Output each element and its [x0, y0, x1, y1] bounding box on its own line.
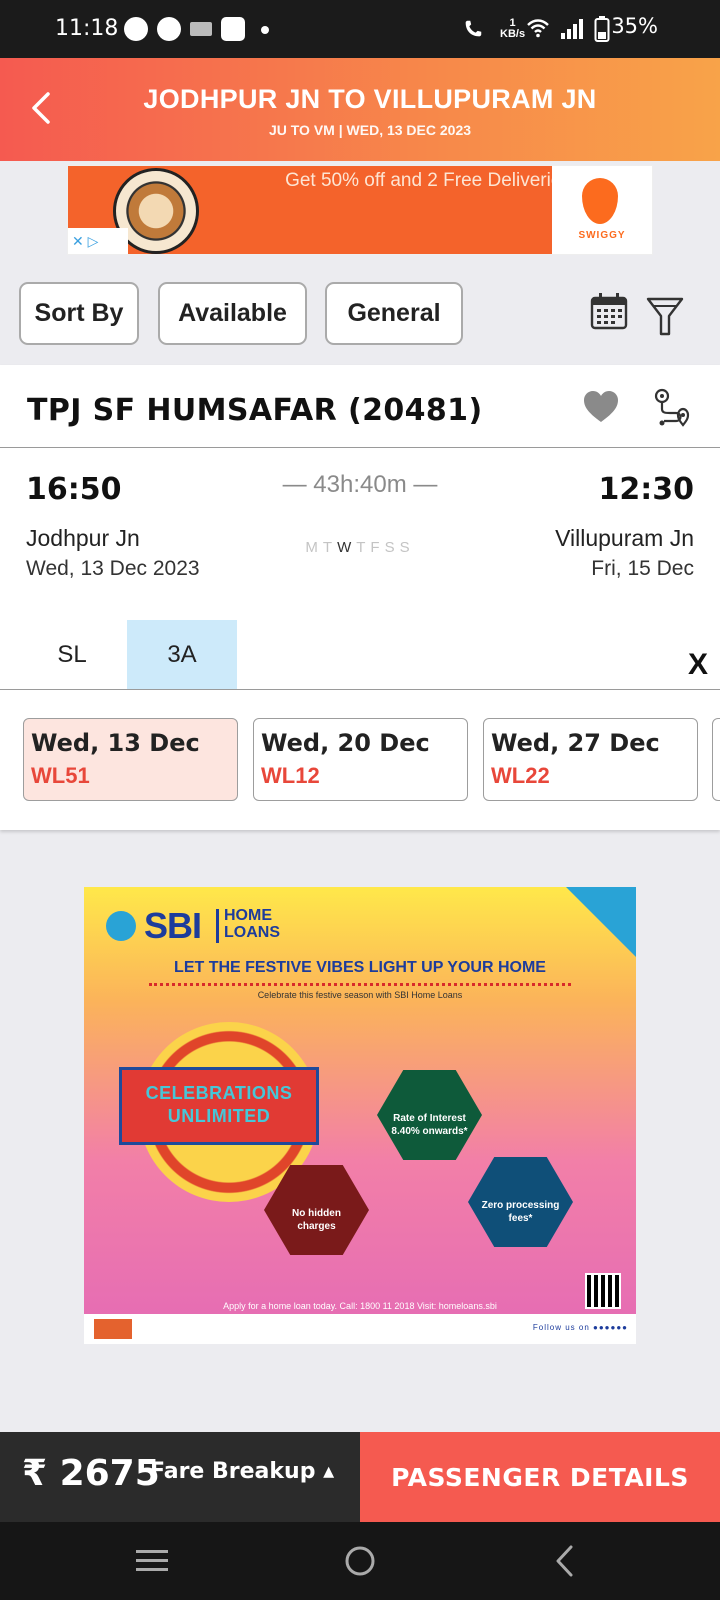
- sbi-logo-icon: [106, 911, 136, 941]
- passenger-details-button[interactable]: PASSENGER DETAILS: [360, 1432, 720, 1522]
- availability-date: Wed, 20 Dec: [261, 729, 430, 757]
- swiggy-ad-banner[interactable]: Get 50% off and 2 Free Deliveries SWIGGY…: [67, 165, 653, 255]
- class-tab-3a[interactable]: 3A: [127, 620, 237, 689]
- available-filter-button[interactable]: Available: [158, 282, 307, 345]
- availability-status: WL22: [491, 763, 550, 788]
- availability-card[interactable]: Wed, 27 Dec WL22: [483, 718, 698, 801]
- ad-footer: Apply for a home loan today. Call: 1800 …: [223, 1301, 497, 1311]
- network-speed-unit: KB/s: [500, 28, 526, 40]
- day-mon: M: [305, 539, 323, 556]
- heart-icon[interactable]: [583, 390, 619, 424]
- availability-card-partial[interactable]: [712, 718, 720, 801]
- logo-marks: [94, 1319, 132, 1339]
- celebrations-banner: CELEBRATIONS UNLIMITED: [119, 1067, 319, 1145]
- availability-card[interactable]: Wed, 13 Dec WL51: [23, 718, 238, 801]
- train-name: TPJ SF HUMSAFAR (20481): [27, 393, 483, 428]
- ad-choices-icon[interactable]: ✕ ▷: [68, 228, 128, 254]
- logo-separator: [216, 909, 219, 943]
- running-days: MTWTFSS: [280, 539, 440, 556]
- fare-amount: ₹ 2675: [22, 1453, 160, 1494]
- ad-bottom-strip: Follow us on ●●●●●●: [84, 1314, 636, 1344]
- filter-icon[interactable]: [646, 296, 684, 338]
- class-tab-sl[interactable]: SL: [17, 620, 127, 689]
- calendar-icon[interactable]: [590, 292, 628, 330]
- follow-us: Follow us on ●●●●●●: [532, 1323, 628, 1332]
- sbi-home-loans-ad[interactable]: SBI HOME LOANS LET THE FESTIVE VIBES LIG…: [84, 887, 636, 1344]
- day-wed: W: [337, 539, 357, 556]
- page-subtitle: JU TO VM | WED, 13 DEC 2023: [268, 122, 472, 138]
- divider: [0, 447, 720, 448]
- notification-icon: [157, 17, 181, 41]
- banner-line-2: UNLIMITED: [167, 1106, 271, 1126]
- booking-bar: ₹ 2675 Fare Breakup ▴ PASSENGER DETAILS: [0, 1432, 720, 1522]
- ad-subline: Celebrate this festive season with SBI H…: [257, 990, 463, 1000]
- banner-line-1: CELEBRATIONS: [145, 1083, 293, 1103]
- network-speed: 1 KB/s: [500, 18, 525, 40]
- sort-by-button[interactable]: Sort By: [19, 282, 139, 345]
- route-map-icon[interactable]: [652, 387, 692, 431]
- availability-date: Wed, 27 Dec: [491, 729, 660, 757]
- day-sat: S: [384, 539, 400, 556]
- app-header: JODHPUR JN TO VILLUPURAM JN JU TO VM | W…: [0, 58, 720, 161]
- to-date: Fri, 15 Dec: [591, 557, 694, 580]
- availability-status: WL51: [31, 763, 90, 788]
- availability-date: Wed, 13 Dec: [31, 729, 200, 757]
- swiggy-logo: SWIGGY: [552, 166, 652, 254]
- battery-icon: [594, 16, 610, 42]
- sbi-product: HOME LOANS: [224, 907, 280, 941]
- system-nav-bar: [0, 1522, 720, 1600]
- availability-status: WL12: [261, 763, 320, 788]
- notification-icon: [190, 22, 212, 36]
- fare-breakup-button[interactable]: Fare Breakup ▴: [150, 1459, 334, 1484]
- swiggy-logo-icon: [582, 178, 618, 224]
- wifi-icon: [527, 19, 549, 38]
- status-bar: 11:18 1 KB/s 35%: [0, 0, 720, 58]
- ad-headline: LET THE FESTIVE VIBES LIGHT UP YOUR HOME: [174, 959, 546, 976]
- notification-icon: [221, 17, 245, 41]
- day-thu: T: [356, 539, 371, 556]
- from-date: Wed, 13 Dec 2023: [26, 557, 200, 580]
- journey-duration: — 43h:40m —: [282, 471, 438, 498]
- sbi-logo-text: SBI: [144, 905, 202, 946]
- ad-text: Get 50% off and 2 Free Deliveries: [285, 170, 571, 191]
- from-station: Jodhpur Jn: [26, 525, 140, 551]
- arrival-time: 12:30: [598, 472, 695, 507]
- fees-badge: Zero processing fees*: [468, 1157, 573, 1247]
- departure-time: 16:50: [26, 472, 122, 507]
- dotted-divider: [149, 983, 571, 986]
- swiggy-brand: SWIGGY: [578, 230, 626, 241]
- ad-corner-decoration: [566, 887, 636, 957]
- page-title: JODHPUR JN TO VILLUPURAM JN: [143, 84, 597, 114]
- back-icon[interactable]: [22, 86, 66, 130]
- to-station: Villupuram Jn: [555, 525, 694, 551]
- close-availability-button[interactable]: X: [688, 648, 708, 682]
- signal-icon: [561, 19, 583, 39]
- rate-badge: Rate of Interest 8.40% onwards*: [377, 1070, 482, 1160]
- duration-value: 43h:40m: [313, 471, 407, 498]
- qr-code: [585, 1273, 621, 1309]
- more-notifications-icon: [261, 26, 269, 34]
- notification-icon: [124, 17, 148, 41]
- recent-apps-icon[interactable]: [135, 1546, 169, 1576]
- general-quota-button[interactable]: General: [325, 282, 463, 345]
- back-nav-icon[interactable]: [553, 1544, 577, 1578]
- availability-card[interactable]: Wed, 20 Dec WL12: [253, 718, 468, 801]
- day-fri: F: [370, 539, 385, 556]
- battery-percent: 35%: [611, 14, 658, 38]
- wifi-calling-icon: [465, 20, 482, 37]
- home-icon[interactable]: [344, 1545, 376, 1577]
- product-line-1: HOME: [224, 907, 272, 924]
- train-card[interactable]: TPJ SF HUMSAFAR (20481) 16:50 — 43h:40m …: [0, 365, 720, 830]
- divider: [0, 689, 720, 690]
- product-line-2: LOANS: [224, 924, 280, 941]
- status-time: 11:18: [55, 16, 119, 41]
- day-tue: T: [322, 539, 338, 556]
- day-sun: S: [399, 539, 415, 556]
